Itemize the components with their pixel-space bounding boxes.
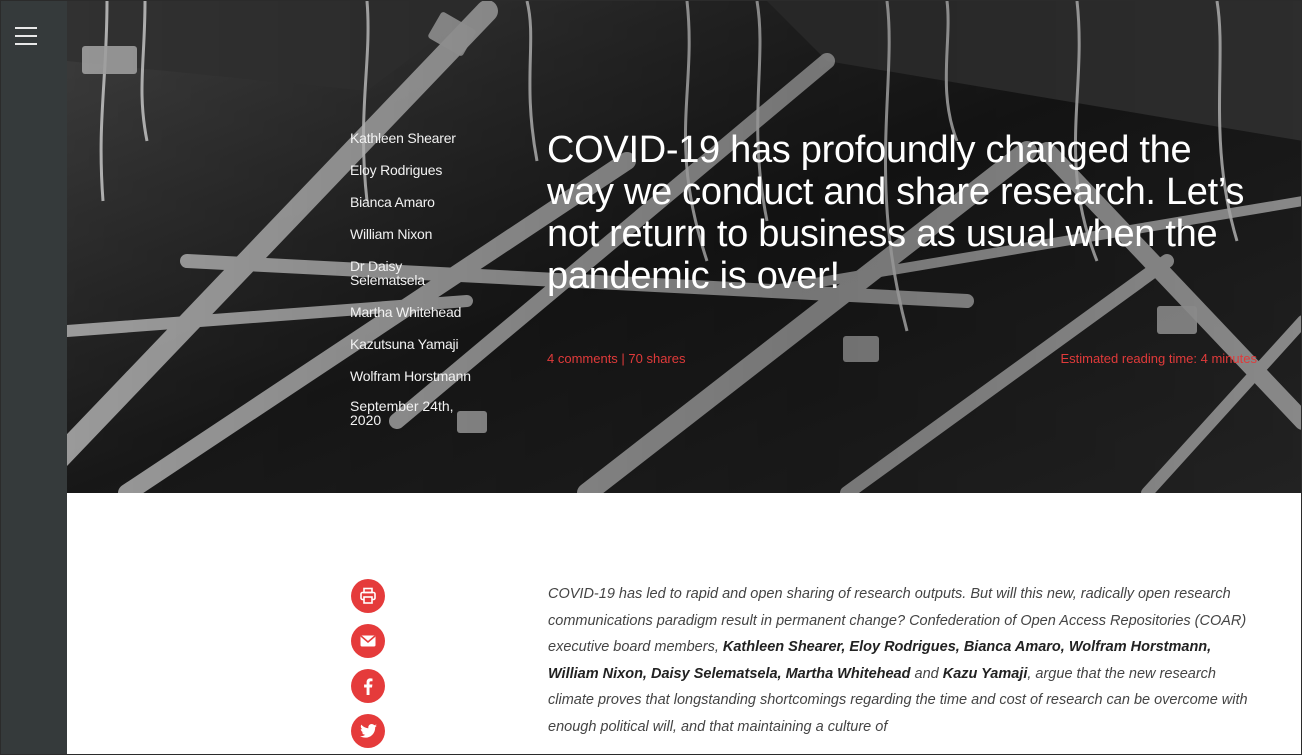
author-list: Kathleen Shearer Eloy Rodrigues Bianca A…	[350, 131, 480, 427]
facebook-button[interactable]	[351, 669, 385, 703]
share-bar	[351, 579, 385, 754]
email-button[interactable]	[351, 624, 385, 658]
print-button[interactable]	[351, 579, 385, 613]
page-title: COVID-19 has profoundly changed the way …	[547, 129, 1245, 297]
email-icon	[360, 635, 376, 647]
reading-time: Estimated reading time: 4 minutes	[1060, 351, 1257, 366]
article-intro: COVID-19 has led to rapid and open shari…	[548, 581, 1254, 740]
page: Kathleen Shearer Eloy Rodrigues Bianca A…	[0, 0, 1302, 755]
author-name[interactable]: Eloy Rodrigues	[350, 163, 480, 177]
facebook-icon	[364, 677, 373, 695]
intro-last-author: Kazu Yamaji	[942, 665, 1028, 682]
hamburger-icon[interactable]	[15, 27, 37, 47]
twitter-button[interactable]	[351, 714, 385, 748]
comments-shares-link[interactable]: 4 comments | 70 shares	[547, 351, 686, 366]
author-name[interactable]: Wolfram Horstmann	[350, 369, 480, 383]
author-name[interactable]: Dr Daisy Selematsela	[350, 259, 480, 287]
author-name[interactable]: Kazutsuna Yamaji	[350, 337, 480, 351]
publish-date: September 24th, 2020	[350, 398, 454, 428]
hero-banner: Kathleen Shearer Eloy Rodrigues Bianca A…	[67, 1, 1301, 493]
twitter-icon	[359, 724, 377, 738]
author-name[interactable]: Bianca Amaro	[350, 195, 480, 209]
intro-and: and	[910, 665, 943, 682]
author-name[interactable]: William Nixon	[350, 227, 480, 241]
author-name[interactable]: Martha Whitehead	[350, 305, 480, 319]
print-icon	[360, 587, 376, 604]
side-nav-rail	[1, 1, 67, 754]
author-name[interactable]: Kathleen Shearer	[350, 131, 480, 145]
